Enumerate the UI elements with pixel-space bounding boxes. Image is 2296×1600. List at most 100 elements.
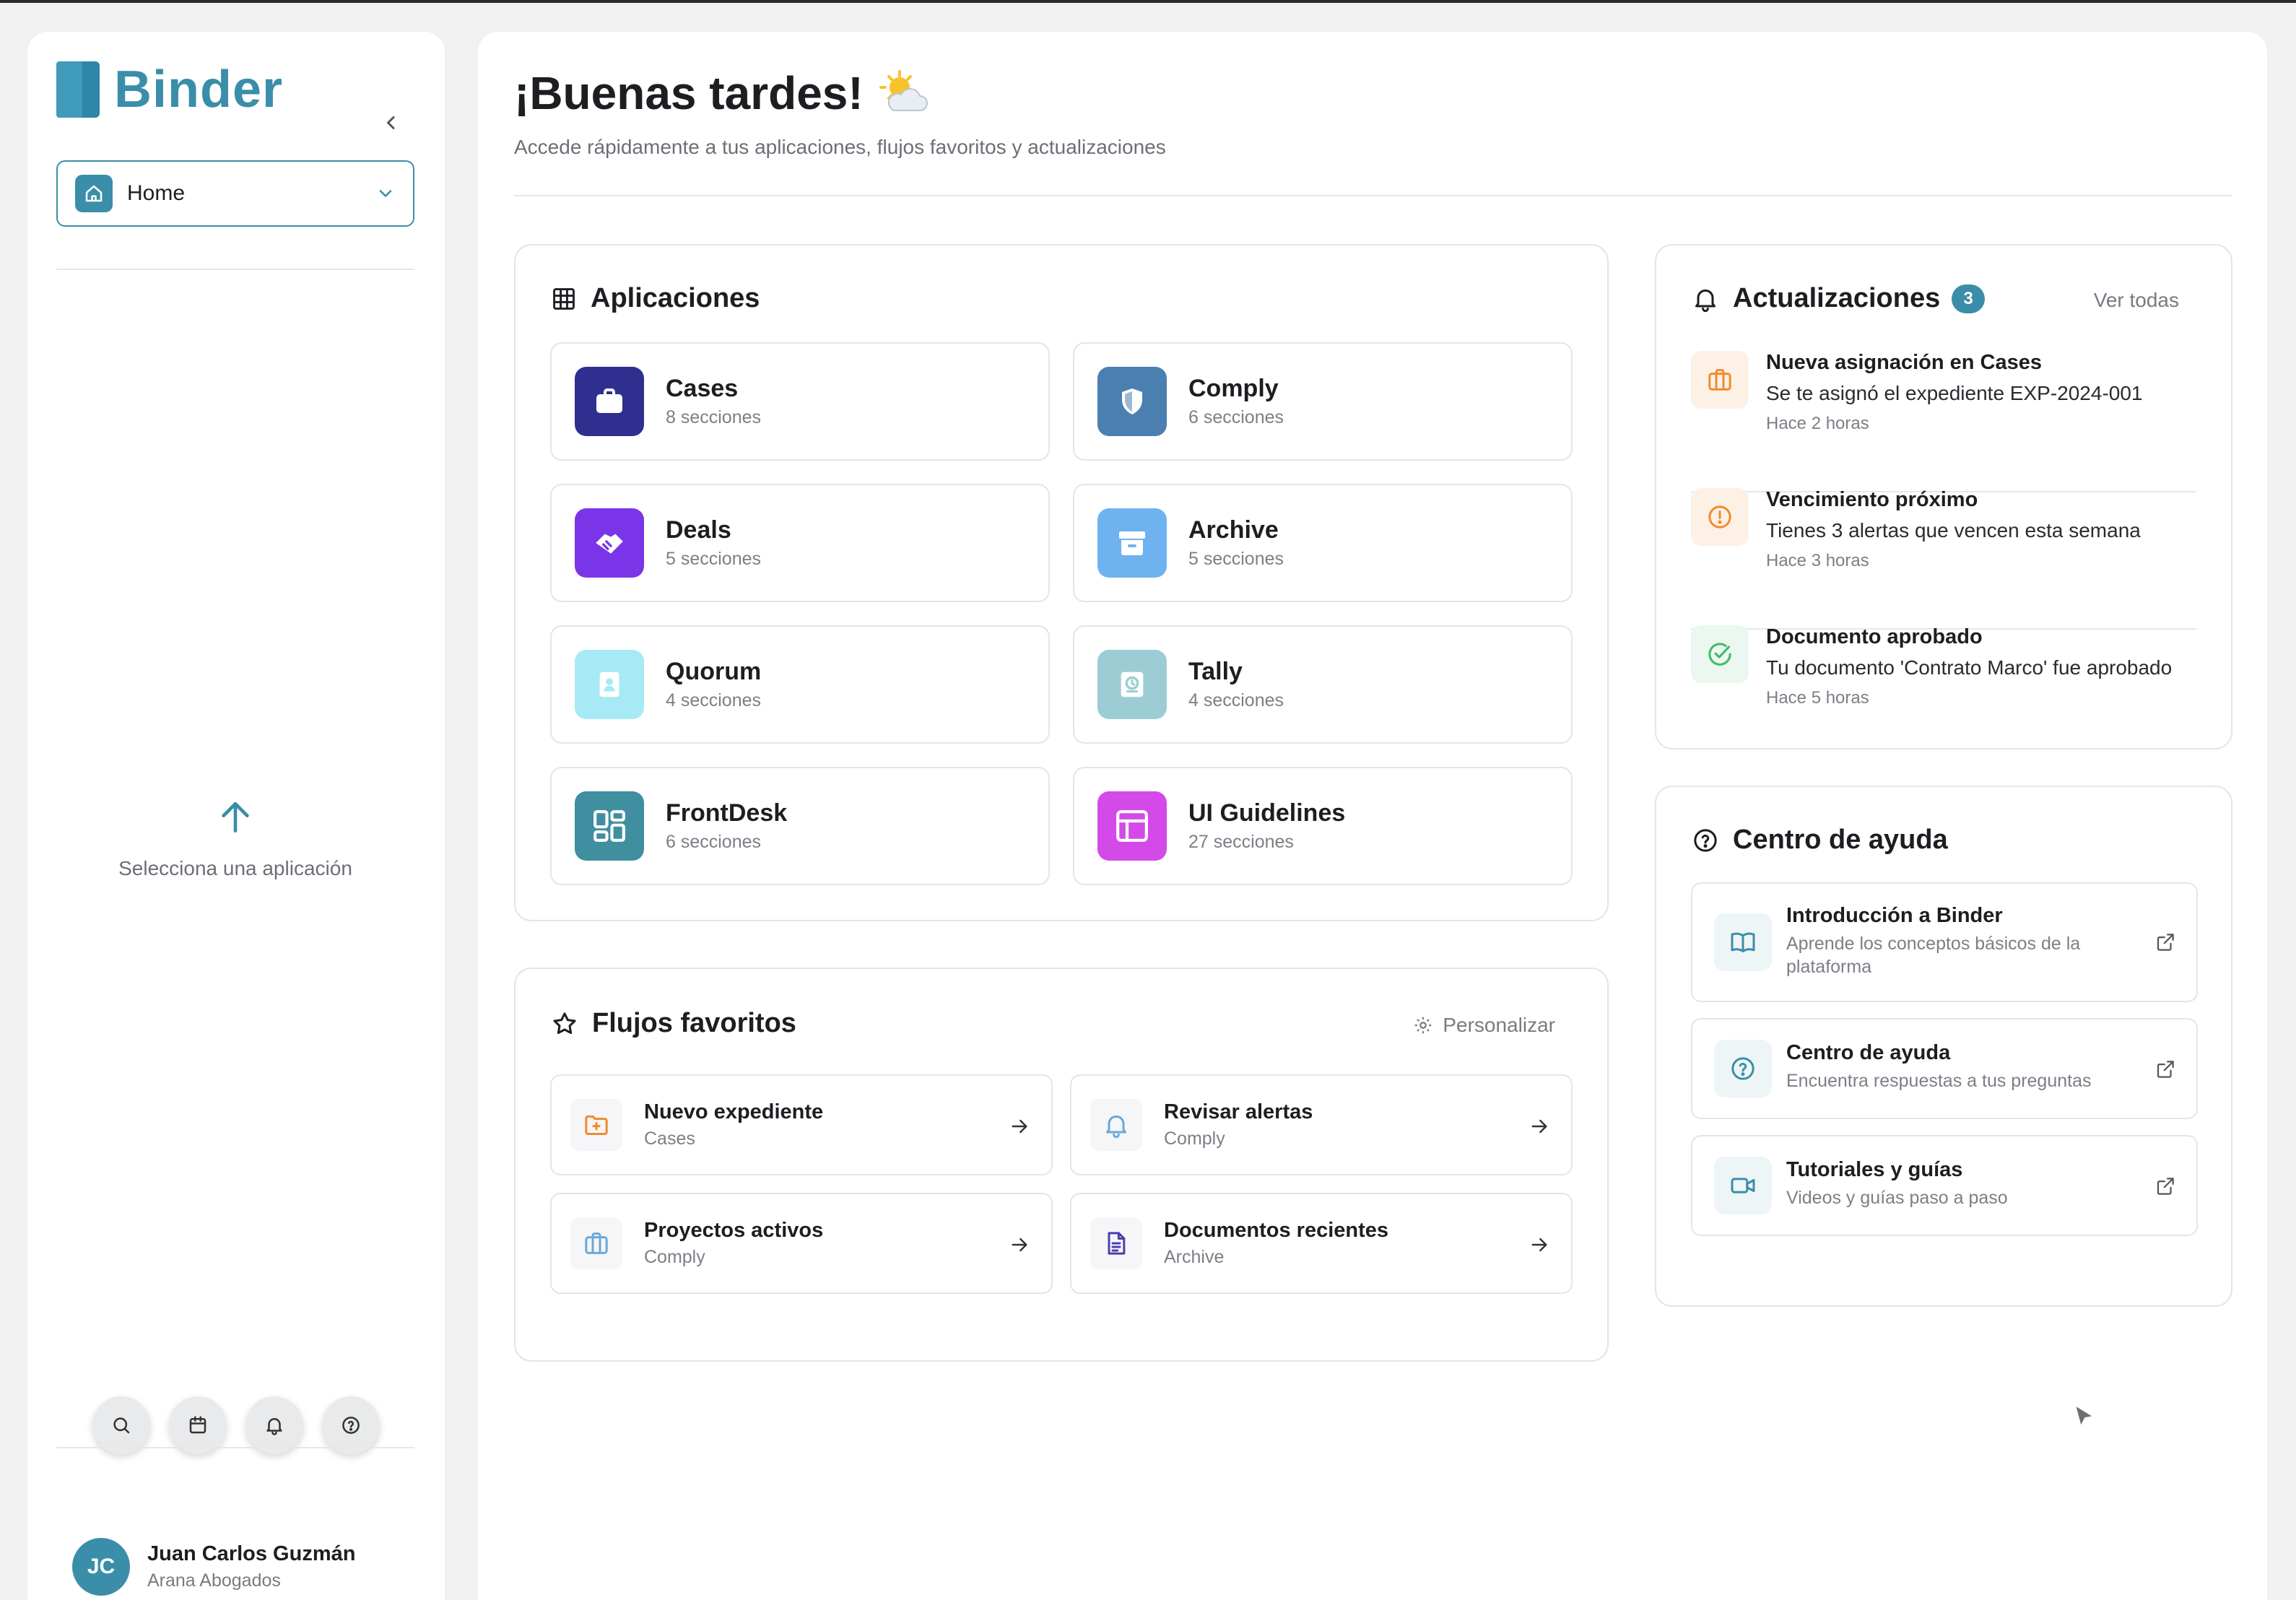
flow-app: Comply	[644, 1247, 705, 1267]
flow-tile-proyectos-activos[interactable]: Proyectos activos Comply	[550, 1193, 1053, 1294]
favorite-flows-card: Flujos favoritos Personalizar Nuevo expe…	[514, 968, 1609, 1362]
help-tile-introduccion[interactable]: Introducción a Binder Aprende los concep…	[1691, 882, 2198, 1002]
briefcase-icon	[570, 1217, 622, 1269]
flow-tile-documentos-recientes[interactable]: Documentos recientes Archive	[1070, 1193, 1573, 1294]
update-time: Hace 3 horas	[1766, 551, 1869, 570]
video-icon	[1714, 1157, 1772, 1214]
update-item[interactable]: Documento aprobado Tu documento 'Contrat…	[1691, 625, 2196, 708]
user-name: Juan Carlos Guzmán	[147, 1542, 356, 1565]
app-sections: 6 secciones	[1188, 407, 1284, 427]
folder-plus-icon	[570, 1099, 622, 1151]
app-name: Comply	[1188, 375, 1279, 402]
update-description: Se te asignó el expediente EXP-2024-001	[1766, 382, 2143, 404]
layout-icon	[1097, 791, 1167, 861]
search-icon	[113, 1417, 130, 1434]
external-link-icon	[2157, 1178, 2174, 1195]
app-sections: 4 secciones	[1188, 690, 1284, 710]
home-icon	[75, 175, 113, 212]
empty-state: Selecciona una aplicación	[56, 797, 414, 880]
help-center-title: Centro de ayuda	[1733, 825, 1948, 855]
flow-name: Nuevo expediente	[644, 1100, 824, 1123]
app-name: Tally	[1188, 658, 1243, 685]
alert-circle-icon	[1691, 488, 1749, 546]
collapse-sidebar-button[interactable]	[378, 110, 404, 136]
app-switcher-select[interactable]: Home	[56, 160, 414, 227]
app-sections: 5 secciones	[666, 549, 762, 569]
help-item-title: Centro de ayuda	[1786, 1041, 1951, 1064]
favorite-flows-title: Flujos favoritos	[592, 1008, 796, 1038]
grid-dashboard-icon	[575, 791, 644, 861]
sidebar-toolbar	[92, 1396, 380, 1454]
search-button[interactable]	[92, 1396, 150, 1454]
empty-state-text: Selecciona una aplicación	[118, 857, 352, 879]
external-link-icon	[2157, 1061, 2174, 1078]
app-tile-tally[interactable]: Tally 4 secciones	[1073, 625, 1573, 744]
app-tile-comply[interactable]: Comply 6 secciones	[1073, 342, 1573, 461]
update-title: Nueva asignación en Cases	[1766, 351, 2042, 374]
updates-count-badge: 3	[1952, 284, 1986, 313]
bell-icon	[1695, 289, 1716, 312]
help-tile-centro-de-ayuda[interactable]: Centro de ayuda Encuentra respuestas a t…	[1691, 1018, 2198, 1119]
app-tile-cases[interactable]: Cases 8 secciones	[550, 342, 1050, 461]
updates-card: Actualizaciones 3 Ver todas Nueva asigna…	[1655, 244, 2232, 749]
handshake-icon	[575, 508, 644, 578]
app-tile-archive[interactable]: Archive 5 secciones	[1073, 484, 1573, 602]
help-circle-icon	[1694, 828, 1717, 852]
update-item[interactable]: Vencimiento próximo Tienes 3 alertas que…	[1691, 488, 2196, 571]
sun-cloud-icon	[879, 70, 928, 111]
applications-card: Aplicaciones Cases 8 secciones Comply 6 …	[514, 244, 1609, 921]
grid-icon	[553, 287, 575, 310]
header-divider	[514, 195, 2232, 196]
arrow-up-icon	[222, 802, 249, 832]
calendar-icon	[189, 1416, 206, 1434]
app-sections: 4 secciones	[666, 690, 762, 710]
app-tile-frontdesk[interactable]: FrontDesk 6 secciones	[550, 767, 1050, 885]
app-tile-deals[interactable]: Deals 5 secciones	[550, 484, 1050, 602]
chevron-down-icon	[379, 190, 392, 197]
briefcase-icon	[1691, 351, 1749, 409]
sidebar-divider	[56, 269, 414, 270]
applications-title: Aplicaciones	[591, 283, 760, 313]
logo-text: Binder	[114, 61, 284, 118]
help-item-description: Videos y guías paso a paso	[1786, 1188, 2008, 1208]
app-tile-ui-guidelines[interactable]: UI Guidelines 27 secciones	[1073, 767, 1573, 885]
customize-button[interactable]: Personalizar	[1412, 1014, 1555, 1037]
help-item-title: Introducción a Binder	[1786, 904, 2003, 927]
app-name: Archive	[1188, 516, 1279, 544]
help-item-title: Tutoriales y guías	[1786, 1158, 1963, 1181]
help-tile-tutoriales[interactable]: Tutoriales y guías Videos y guías paso a…	[1691, 1135, 2198, 1236]
arrow-right-icon	[1531, 1238, 1547, 1252]
bell-icon	[1090, 1099, 1142, 1151]
page-subtitle: Accede rápidamente a tus aplicaciones, f…	[514, 136, 1166, 158]
app-sections: 8 secciones	[666, 407, 762, 427]
book-open-icon	[1714, 913, 1772, 971]
update-time: Hace 2 horas	[1766, 414, 1869, 433]
external-link-icon	[2157, 934, 2174, 951]
app-name: Cases	[666, 375, 739, 402]
calendar-button[interactable]	[169, 1396, 227, 1454]
briefcase-icon	[575, 367, 644, 436]
flow-name: Revisar alertas	[1164, 1100, 1313, 1123]
help-item-description: Aprende los conceptos básicos de la plat…	[1786, 934, 2081, 977]
app-tile-quorum[interactable]: Quorum 4 secciones	[550, 625, 1050, 744]
user-organization: Arana Abogados	[147, 1570, 281, 1591]
sidebar: Binder Home Selecciona una aplicación JC	[27, 32, 445, 1600]
update-time: Hace 5 horas	[1766, 688, 1869, 708]
logo[interactable]: Binder	[56, 61, 283, 118]
user-profile[interactable]: JC Juan Carlos Guzmán Arana Abogados	[72, 1538, 355, 1596]
flow-tile-nuevo-expediente[interactable]: Nuevo expediente Cases	[550, 1074, 1053, 1175]
help-button[interactable]	[322, 1396, 380, 1454]
customize-label: Personalizar	[1443, 1014, 1555, 1036]
update-item[interactable]: Nueva asignación en Cases Se te asignó e…	[1691, 351, 2196, 434]
notifications-button[interactable]	[245, 1396, 303, 1454]
bell-icon	[266, 1418, 282, 1435]
app-sections: 5 secciones	[1188, 549, 1284, 569]
see-all-link[interactable]: Ver todas	[2094, 289, 2179, 312]
help-circle-icon	[1714, 1040, 1772, 1097]
flow-tile-revisar-alertas[interactable]: Revisar alertas Comply	[1070, 1074, 1573, 1175]
window-top-edge	[0, 0, 2296, 3]
app-sections: 6 secciones	[666, 832, 762, 852]
flow-app: Archive	[1164, 1247, 1225, 1267]
check-circle-icon	[1691, 625, 1749, 683]
arrow-right-icon	[1012, 1119, 1027, 1134]
